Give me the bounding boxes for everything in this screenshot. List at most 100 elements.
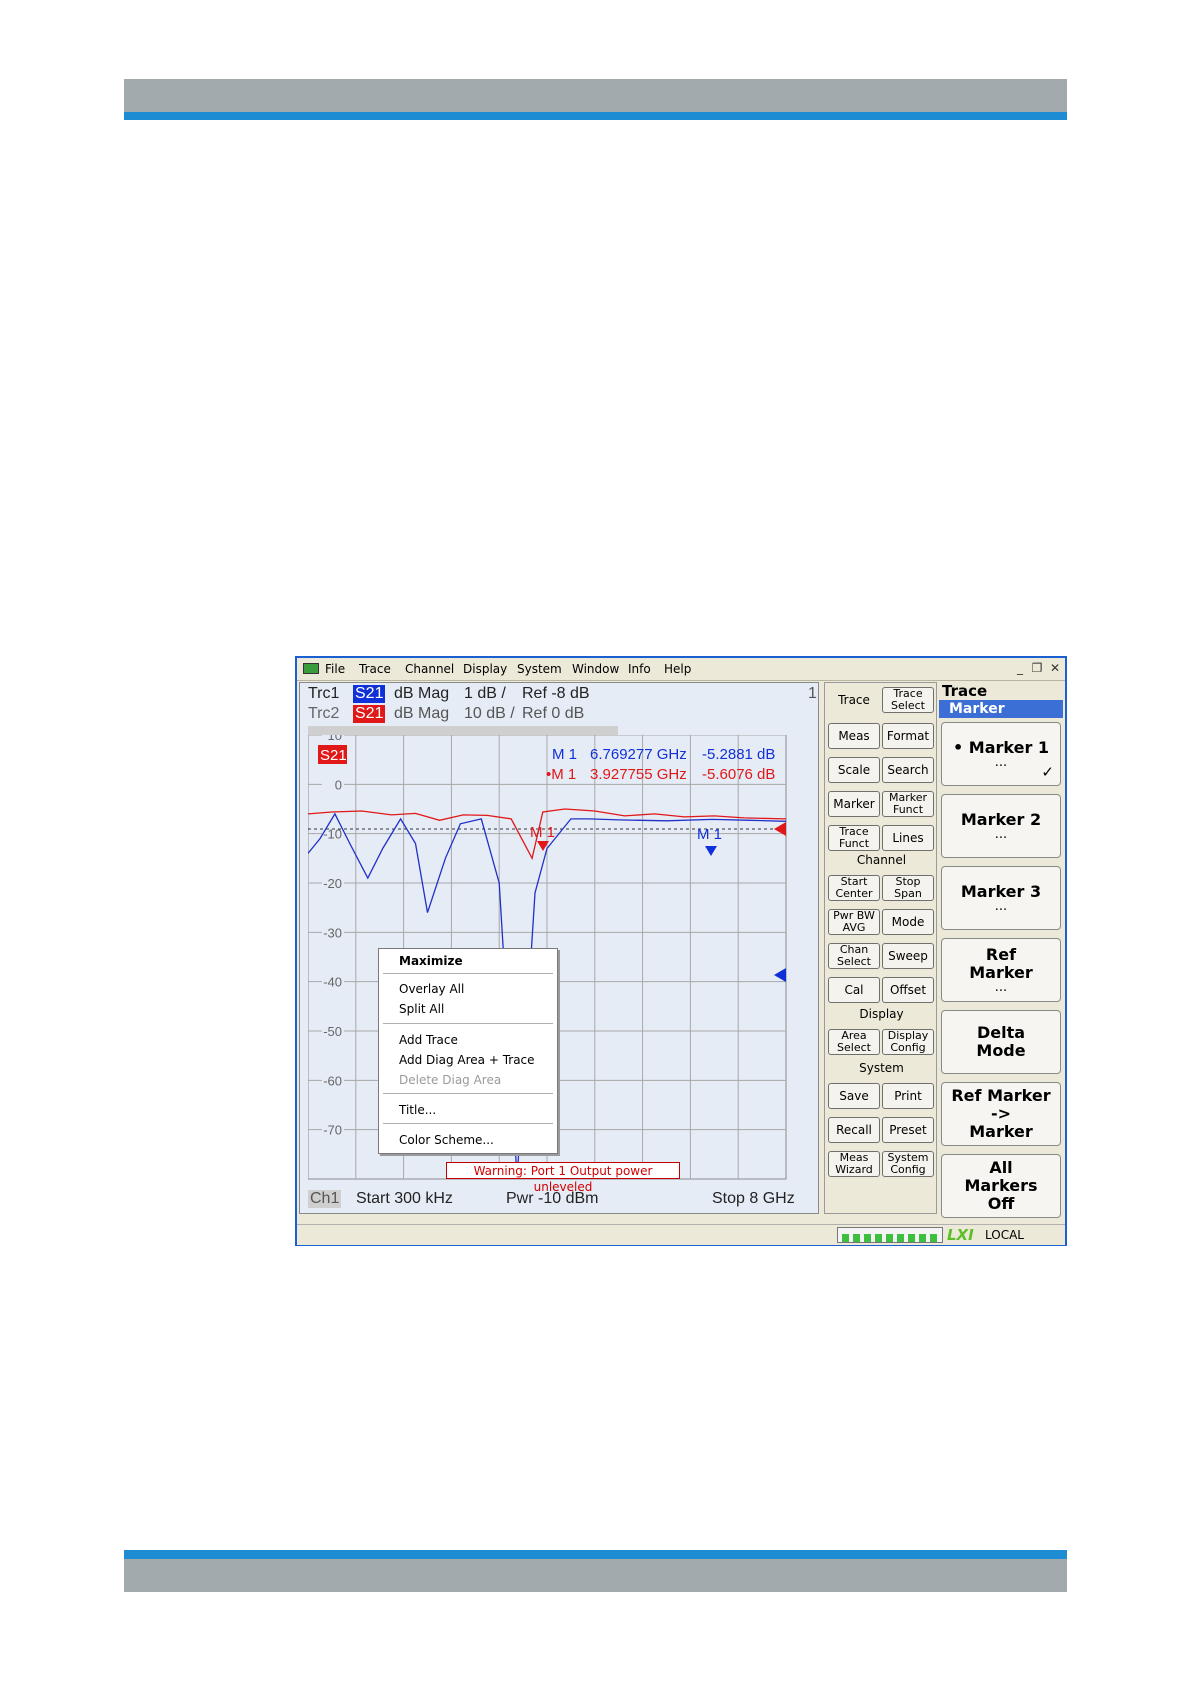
panel-marker-title: Marker [939,700,1063,718]
ctx-split-all[interactable]: Split All [399,1002,444,1016]
softkey-format[interactable]: Format [882,723,934,749]
softkey-trace[interactable]: Trace [828,687,880,713]
softkey-trace-funct[interactable]: Trace Funct [828,825,880,851]
softkey-preset[interactable]: Preset [882,1117,934,1143]
restore-icon[interactable]: ❐ [1029,661,1045,676]
progress-led [919,1234,926,1242]
softkey-marker-funct[interactable]: Marker Funct [882,791,934,817]
marker-3-button[interactable]: Marker 3 ... [941,866,1061,930]
group-display-title: Display [859,1007,904,1021]
ref-to-marker-line2: -> [990,1104,1012,1123]
marker-blue-label: M 1 [552,746,577,763]
ctx-add-diag-area-trace[interactable]: Add Diag Area + Trace [399,1053,535,1067]
softkey-scale[interactable]: Scale [828,757,880,783]
softkey-meas-wizard[interactable]: Meas Wizard [828,1151,880,1177]
context-menu: Maximize Overlay All Split All Add Trace… [378,948,558,1154]
trace2-name: Trc2 [308,705,340,722]
marker-tag-red[interactable]: M 1 [530,824,555,841]
marker-tag-blue[interactable]: M 1 [697,826,722,843]
marker-menu-panel: Trace Marker • Marker 1 ... ✓ Marker 2 .… [939,682,1065,1218]
softkey-print[interactable]: Print [882,1083,934,1109]
delta-mode-line1: Delta [976,1023,1026,1042]
all-markers-line3: Off [987,1194,1015,1213]
ctx-overlay-all[interactable]: Overlay All [399,982,464,996]
softkey-marker[interactable]: Marker [828,791,880,817]
softkey-trace-select[interactable]: Trace Select [882,687,934,713]
softkey-pwr-bw-avg[interactable]: Pwr BW AVG [828,909,880,935]
lxi-logo: LXI [947,1226,974,1244]
progress-led [886,1234,893,1242]
y-tick-label: -20 [323,876,342,891]
ref-marker-to-marker-button[interactable]: Ref Marker -> Marker [941,1082,1061,1146]
menu-channel[interactable]: Channel [405,662,454,676]
softkey-recall[interactable]: Recall [828,1117,880,1143]
ctx-color-scheme[interactable]: Color Scheme... [399,1133,494,1147]
softkey-system-config[interactable]: System Config [882,1151,934,1177]
page-header-accent [124,112,1067,120]
y-tick-label: -30 [323,925,342,940]
trace1-format: dB Mag [394,685,450,702]
softkey-mode[interactable]: Mode [882,909,934,935]
channel-index: 1 [808,685,817,702]
trace2-format: dB Mag [394,705,450,722]
menu-help[interactable]: Help [664,662,691,676]
page-footer-band [124,1559,1067,1592]
menu-trace[interactable]: Trace [359,662,391,676]
softkey-search[interactable]: Search [882,757,934,783]
page-header-band [124,79,1067,112]
ctx-title[interactable]: Title... [399,1103,436,1117]
stop-freq[interactable]: Stop 8 GHz [712,1190,795,1208]
trace2-param-badge: S21 [353,705,386,723]
marker-2-button[interactable]: Marker 2 ... [941,794,1061,858]
softkey-cal[interactable]: Cal [828,977,880,1003]
softkey-meas[interactable]: Meas [828,723,880,749]
trace1-name: Trc1 [308,685,340,702]
start-freq[interactable]: Start 300 kHz [356,1190,453,1208]
ref-marker-button[interactable]: Ref Marker ... [941,938,1061,1002]
ref-to-marker-line3: Marker [969,1122,1033,1141]
marker-1-button[interactable]: • Marker 1 ... ✓ [941,722,1061,786]
menu-window[interactable]: Window [572,662,619,676]
marker-3-dots: ... [994,899,1008,914]
all-markers-off-button[interactable]: All Markers Off [941,1154,1061,1218]
close-icon[interactable]: ✕ [1047,661,1063,676]
menu-display[interactable]: Display [463,662,507,676]
menu-file[interactable]: File [325,662,345,676]
delta-mode-button[interactable]: Delta Mode [941,1010,1061,1074]
y-tick-label: -70 [323,1123,342,1138]
softkey-start-center[interactable]: Start Center [828,875,880,901]
softkey-lines[interactable]: Lines [882,825,934,851]
app-icon [303,663,319,674]
trace1-param-badge: S21 [353,685,386,703]
menu-system[interactable]: System [517,662,562,676]
marker-2-dots: ... [994,827,1008,842]
menu-bar: File Trace Channel Display System Window… [297,658,1065,681]
local-mode: LOCAL [985,1228,1024,1242]
menu-info[interactable]: Info [628,662,651,676]
ctx-separator [383,1123,553,1124]
softkey-save[interactable]: Save [828,1083,880,1109]
diagram-badge: S21 [320,747,347,764]
ctx-separator [383,1023,553,1024]
minimize-icon[interactable]: _ [1012,661,1028,676]
ctx-separator [383,1093,553,1094]
all-markers-line1: All [989,1158,1013,1177]
group-channel-title: Channel [856,853,907,867]
marker-red-label: •M 1 [546,766,576,783]
softkey-chan-select[interactable]: Chan Select [828,943,880,969]
softkey-stop-span[interactable]: Stop Span [882,875,934,901]
y-tick-label: -50 [323,1024,342,1039]
progress-indicator [837,1227,943,1243]
softkey-area-select[interactable]: Area Select [828,1029,880,1055]
progress-led [842,1234,849,1242]
marker-red-value: -5.6076 dB [702,766,775,783]
marker-blue-freq: 6.769277 GHz [590,746,687,763]
diagram-area[interactable]: Trc1 S21 dB Mag 1 dB / Ref -8 dB 1 Trc2 … [299,682,819,1214]
ctx-maximize[interactable]: Maximize [399,954,463,968]
softkey-sweep[interactable]: Sweep [882,943,934,969]
channel-label[interactable]: Ch1 [308,1190,342,1208]
softkey-offset[interactable]: Offset [882,977,934,1003]
softkey-display-config[interactable]: Display Config [882,1029,934,1055]
ctx-add-trace[interactable]: Add Trace [399,1033,458,1047]
y-tick-label: 0 [335,777,342,792]
